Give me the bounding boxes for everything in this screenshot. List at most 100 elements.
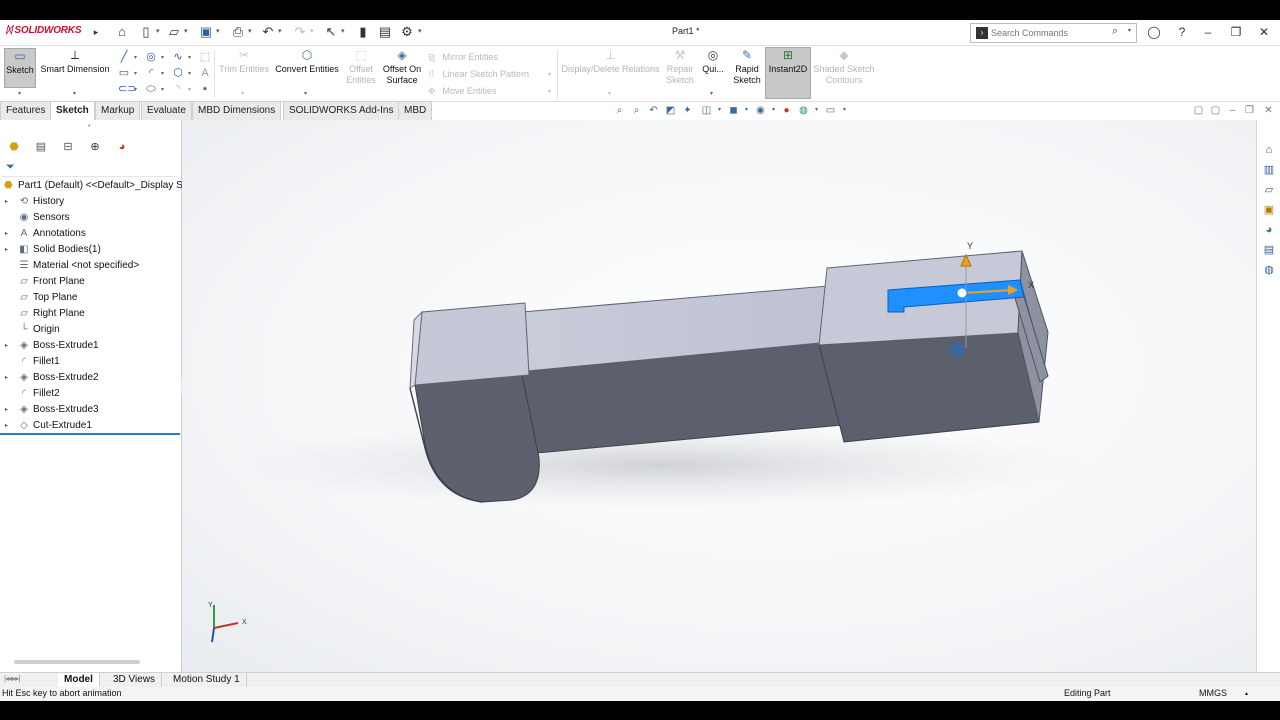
forum-icon[interactable]: ◍ [1262,263,1276,277]
redo-caret-icon[interactable]: ▾ [310,24,314,40]
zoom-to-fit-icon[interactable]: ⌕ [613,104,626,117]
ellipse-icon[interactable]: ⬭ [145,83,157,95]
undo-caret-icon[interactable]: ▾ [278,24,282,40]
spline-icon[interactable]: ∿ [172,51,184,63]
filter-icon[interactable]: ⏷ [6,161,15,174]
search-icon[interactable]: ⌕ [1112,25,1118,38]
tree-item[interactable]: ▸ ◈ Boss-Extrude1 [0,338,182,354]
hide-show-caret-icon[interactable]: ▾ [767,104,780,117]
sketch-caret-icon[interactable]: ▾ [18,90,21,97]
tree-root-part[interactable]: ⬣ Part1 (Default) <<Default>_Display S [0,178,182,194]
configuration-manager-tab-icon[interactable]: ⊟ [59,139,77,156]
tree-item[interactable]: ▸ ◈ Boss-Extrude3 [0,402,182,418]
search-input[interactable] [991,26,1109,40]
quick-snaps-button[interactable]: ◎ Qui... [700,48,726,75]
tree-item[interactable]: └ Origin [0,322,182,338]
viewport-split-icon[interactable]: ▢ [1209,104,1222,117]
line-caret-icon[interactable]: ▾ [134,54,137,61]
tab-markup[interactable]: Markup [95,101,141,120]
search-commands-box[interactable]: › ⌕ ▾ [970,23,1137,43]
previous-view-icon[interactable]: ↶ [647,104,660,117]
tree-item[interactable]: ▱ Top Plane [0,290,182,306]
tab-sketch[interactable]: Sketch [50,101,95,120]
smart-dimension-button[interactable]: ⟂ Smart Dimension [38,48,112,75]
view-settings-caret-icon[interactable]: ▾ [838,104,851,117]
print-caret-icon[interactable]: ▾ [248,24,252,40]
viewport-minimize-icon[interactable]: – [1226,104,1239,117]
panel-horizontal-scrollbar[interactable] [14,660,140,664]
options-caret-icon[interactable]: ▾ [418,24,422,40]
search-caret-icon[interactable]: ▾ [1128,27,1131,34]
relations-caret-icon[interactable]: ▾ [608,90,611,97]
view-orientation-caret-icon[interactable]: ▾ [713,104,726,117]
new-caret-icon[interactable]: ▾ [156,24,160,40]
edit-appearance-icon[interactable]: ● [780,104,793,117]
display-manager-tab-icon[interactable]: ◕ [113,139,131,156]
convert-entities-button[interactable]: ⬡ Convert Entities [273,48,341,75]
sketch-button[interactable]: ▭ Sketch [4,48,36,88]
rectangle-caret-icon[interactable]: ▾ [134,70,137,77]
viewport-tile-icon[interactable]: ▢ [1192,104,1205,117]
design-library-icon[interactable]: ▥ [1262,163,1276,177]
smart-dimension-caret-icon[interactable]: ▾ [73,90,76,97]
construction-arc-icon[interactable]: ◝ [172,83,184,95]
print-icon[interactable]: ⎙ [230,24,246,40]
instant2d-button[interactable]: ⊞ Instant2D [765,47,811,99]
tree-filter-row[interactable]: ⏷ [2,160,178,177]
user-account-icon[interactable]: ◯ [1146,24,1162,40]
tree-item[interactable]: ▸ ◇ Cut-Extrude1 [0,418,182,434]
section-view-icon[interactable]: ◩ [664,104,677,117]
view-settings-icon[interactable]: ▭ [824,104,837,117]
arc-icon[interactable]: ◜ [145,67,157,79]
arc-caret-icon[interactable]: ▾ [161,70,164,77]
close-icon[interactable]: ✕ [1256,24,1272,40]
circle-icon[interactable]: ◎ [145,51,157,63]
solidworks-logo[interactable]: ᛞ SOLIDWORKS [6,25,81,36]
feature-manager-tab-icon[interactable]: ⬣ [5,139,23,156]
viewport-close-icon[interactable]: ✕ [1262,104,1275,117]
linear-sketch-pattern-button[interactable]: ⠿ Linear Sketch Pattern [428,68,529,80]
zoom-to-area-icon[interactable]: ⌕ [630,104,643,117]
expand-arrow-icon[interactable]: ▸ [5,418,8,434]
tree-item[interactable]: ▸ A Annotations [0,226,182,242]
units-selector[interactable]: MMGS [1199,688,1227,698]
polygon-icon[interactable]: ⬡ [172,67,184,79]
polygon-caret-icon[interactable]: ▾ [188,70,191,77]
hide-show-items-icon[interactable]: ◉ [754,104,767,117]
dimxpert-manager-tab-icon[interactable]: ⊕ [86,139,104,156]
mirror-entities-button[interactable]: ⧎ Mirror Entities [428,51,498,63]
move-entities-button[interactable]: ✥ Move Entities [428,85,497,97]
expand-arrow-icon[interactable]: ▸ [5,338,8,354]
tab-mbd-dimensions[interactable]: MBD Dimensions [192,101,282,120]
construction-arc-caret-icon[interactable]: ▾ [188,86,191,93]
trim-entities-button[interactable]: ✂ Trim Entities [217,48,271,75]
home-icon[interactable]: ⌂ [114,24,130,40]
save-caret-icon[interactable]: ▾ [216,24,220,40]
ellipse-caret-icon[interactable]: ▾ [161,86,164,93]
sketch-fillet-icon[interactable]: ⬚ [199,51,211,63]
new-document-icon[interactable]: ▯ [138,24,154,40]
view-palette-icon[interactable]: ▣ [1262,203,1276,217]
undo-icon[interactable]: ↶ [260,24,276,40]
tree-item[interactable]: ◉ Sensors [0,210,182,226]
open-folder-icon[interactable]: ▱ [166,24,182,40]
select-arrow-icon[interactable]: ↖ [323,24,339,40]
tab-motion-study-1[interactable]: Motion Study 1 [167,673,247,688]
options-gear-icon[interactable]: ⚙ [399,24,415,40]
point-icon[interactable]: ▪ [199,83,211,95]
quick-snaps-caret-icon[interactable]: ▾ [710,90,713,97]
expand-arrow-icon[interactable]: ▸ [5,242,8,258]
tab-3d-views[interactable]: 3D Views [107,673,163,688]
apply-scene-caret-icon[interactable]: ▾ [810,104,823,117]
pattern-caret-icon[interactable]: ▾ [548,71,551,78]
move-caret-icon[interactable]: ▾ [548,88,551,95]
tree-item[interactable]: ▸ ◈ Boss-Extrude2 [0,370,182,386]
spline-caret-icon[interactable]: ▾ [188,54,191,61]
tab-model[interactable]: Model [58,673,100,688]
redo-icon[interactable]: ↷ [292,24,308,40]
tab-solidworks-addins[interactable]: SOLIDWORKS Add-Ins [283,101,400,120]
expand-arrow-icon[interactable]: ▸ [5,402,8,418]
open-caret-icon[interactable]: ▾ [184,24,188,40]
rollback-bar[interactable] [0,433,180,435]
tab-mbd[interactable]: MBD [398,101,433,120]
